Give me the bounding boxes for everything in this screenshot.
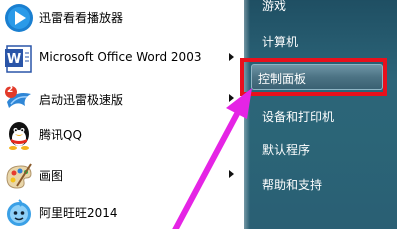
program-label: 腾讯QQ <box>39 128 82 142</box>
program-label: 阿里旺旺2014 <box>39 206 118 220</box>
xunlei-bird-icon: 2 <box>3 84 35 116</box>
word-icon: W <box>3 43 35 75</box>
start-menu: 迅雷看看播放器 W Microsoft Office Word 2003 2 启… <box>0 0 397 229</box>
computer-link[interactable]: 计算机 <box>262 33 298 50</box>
paint-palette-icon <box>3 160 35 192</box>
program-list: 迅雷看看播放器 W Microsoft Office Word 2003 2 启… <box>0 0 244 229</box>
chevron-right-icon[interactable] <box>229 170 234 178</box>
chevron-right-icon[interactable] <box>229 94 234 102</box>
devices-printers-link[interactable]: 设备和打印机 <box>262 108 334 125</box>
pane-edge-shine <box>244 0 250 229</box>
games-link[interactable]: 游戏 <box>262 0 286 14</box>
svg-text:W: W <box>7 52 21 67</box>
program-label: 启动迅雷极速版 <box>39 93 124 107</box>
aliwangwang-icon <box>3 197 35 229</box>
help-support-link[interactable]: 帮助和支持 <box>262 176 322 193</box>
program-item-aliwangwang[interactable]: 阿里旺旺2014 <box>0 195 244 229</box>
default-programs-link[interactable]: 默认程序 <box>262 141 310 158</box>
notification-badge: 2 <box>7 85 14 95</box>
chevron-right-icon[interactable] <box>229 53 234 61</box>
program-item-xunlei-player[interactable]: 迅雷看看播放器 <box>0 0 244 36</box>
program-label: Microsoft Office Word 2003 <box>39 50 202 64</box>
program-label: 画图 <box>39 169 64 183</box>
highlight-frame <box>240 58 387 96</box>
program-item-word[interactable]: W Microsoft Office Word 2003 <box>0 41 244 77</box>
program-label: 迅雷看看播放器 <box>39 11 124 25</box>
program-item-xunlei-express[interactable]: 2 启动迅雷极速版 <box>0 82 244 118</box>
program-item-paint[interactable]: 画图 <box>0 158 244 194</box>
qq-penguin-icon <box>3 119 35 151</box>
xunlei-player-icon <box>3 2 35 34</box>
program-item-qq[interactable]: 腾讯QQ <box>0 117 244 153</box>
